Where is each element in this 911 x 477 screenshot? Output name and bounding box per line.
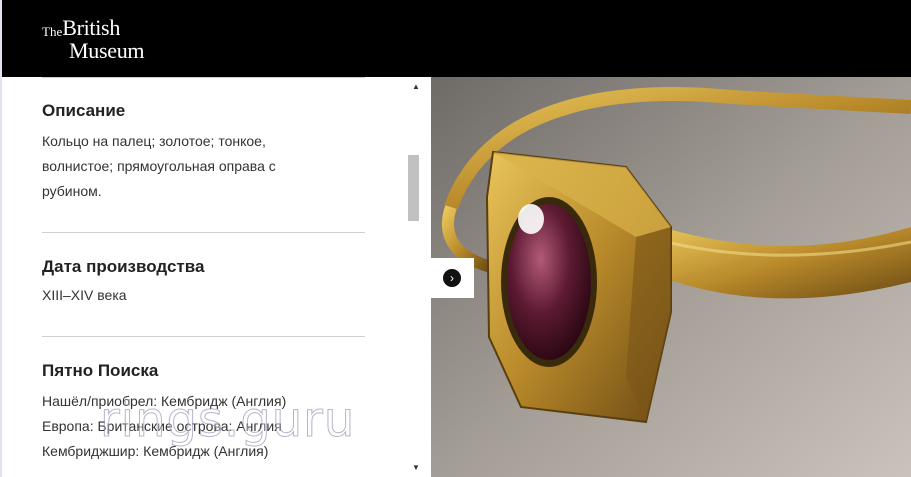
text-line: волнистое; прямоугольная оправа с [42, 158, 276, 174]
description-section: Описание Кольцо на палец; золотое; тонко… [42, 101, 365, 204]
logo-british: British [62, 15, 121, 40]
panel-scrollbar[interactable]: ▲ ▼ [405, 77, 431, 477]
scrollbar-thumb[interactable] [408, 155, 419, 221]
chevron-right-icon[interactable]: › [443, 269, 461, 287]
logo-the: The [42, 24, 63, 39]
british-museum-logo[interactable]: TheBritish Museum [42, 15, 145, 63]
divider [42, 77, 365, 78]
production-date-section: Дата производства XIII–XIV века [42, 257, 365, 308]
divider [42, 336, 365, 337]
next-image-button[interactable]: › [431, 258, 474, 298]
section-heading: Описание [42, 101, 126, 120]
text-line: Европа: Британские острова: Англия [42, 418, 282, 434]
text-line: рубином. [42, 183, 102, 199]
logo-museum: Museum [69, 38, 145, 63]
findspot-section: Пятно Поиска Нашёл/приобрел: Кембридж (А… [42, 361, 365, 464]
object-photo [431, 77, 911, 477]
scroll-up-arrow-icon[interactable]: ▲ [412, 82, 420, 91]
site-header: TheBritish Museum [2, 0, 911, 77]
details-panel: Описание Кольцо на палец; золотое; тонко… [2, 77, 405, 477]
text-line: Кольцо на палец; золотое; тонкое, [42, 133, 266, 149]
section-heading: Дата производства [42, 257, 205, 276]
section-heading: Пятно Поиска [42, 361, 159, 380]
text-line: XIII–XIV века [42, 287, 127, 303]
gold-ruby-ring-image [431, 77, 911, 477]
text-line: Нашёл/приобрел: Кембридж (Англия) [42, 393, 287, 409]
production-date-text: XIII–XIV века [42, 283, 365, 308]
findspot-text: Нашёл/приобрел: Кембридж (Англия) Европа… [42, 389, 365, 464]
description-text: Кольцо на палец; золотое; тонкое, волнис… [42, 129, 365, 204]
divider [42, 232, 365, 233]
text-line: Кембриджшир: Кембридж (Англия) [42, 443, 269, 459]
scroll-down-arrow-icon[interactable]: ▼ [412, 463, 420, 472]
